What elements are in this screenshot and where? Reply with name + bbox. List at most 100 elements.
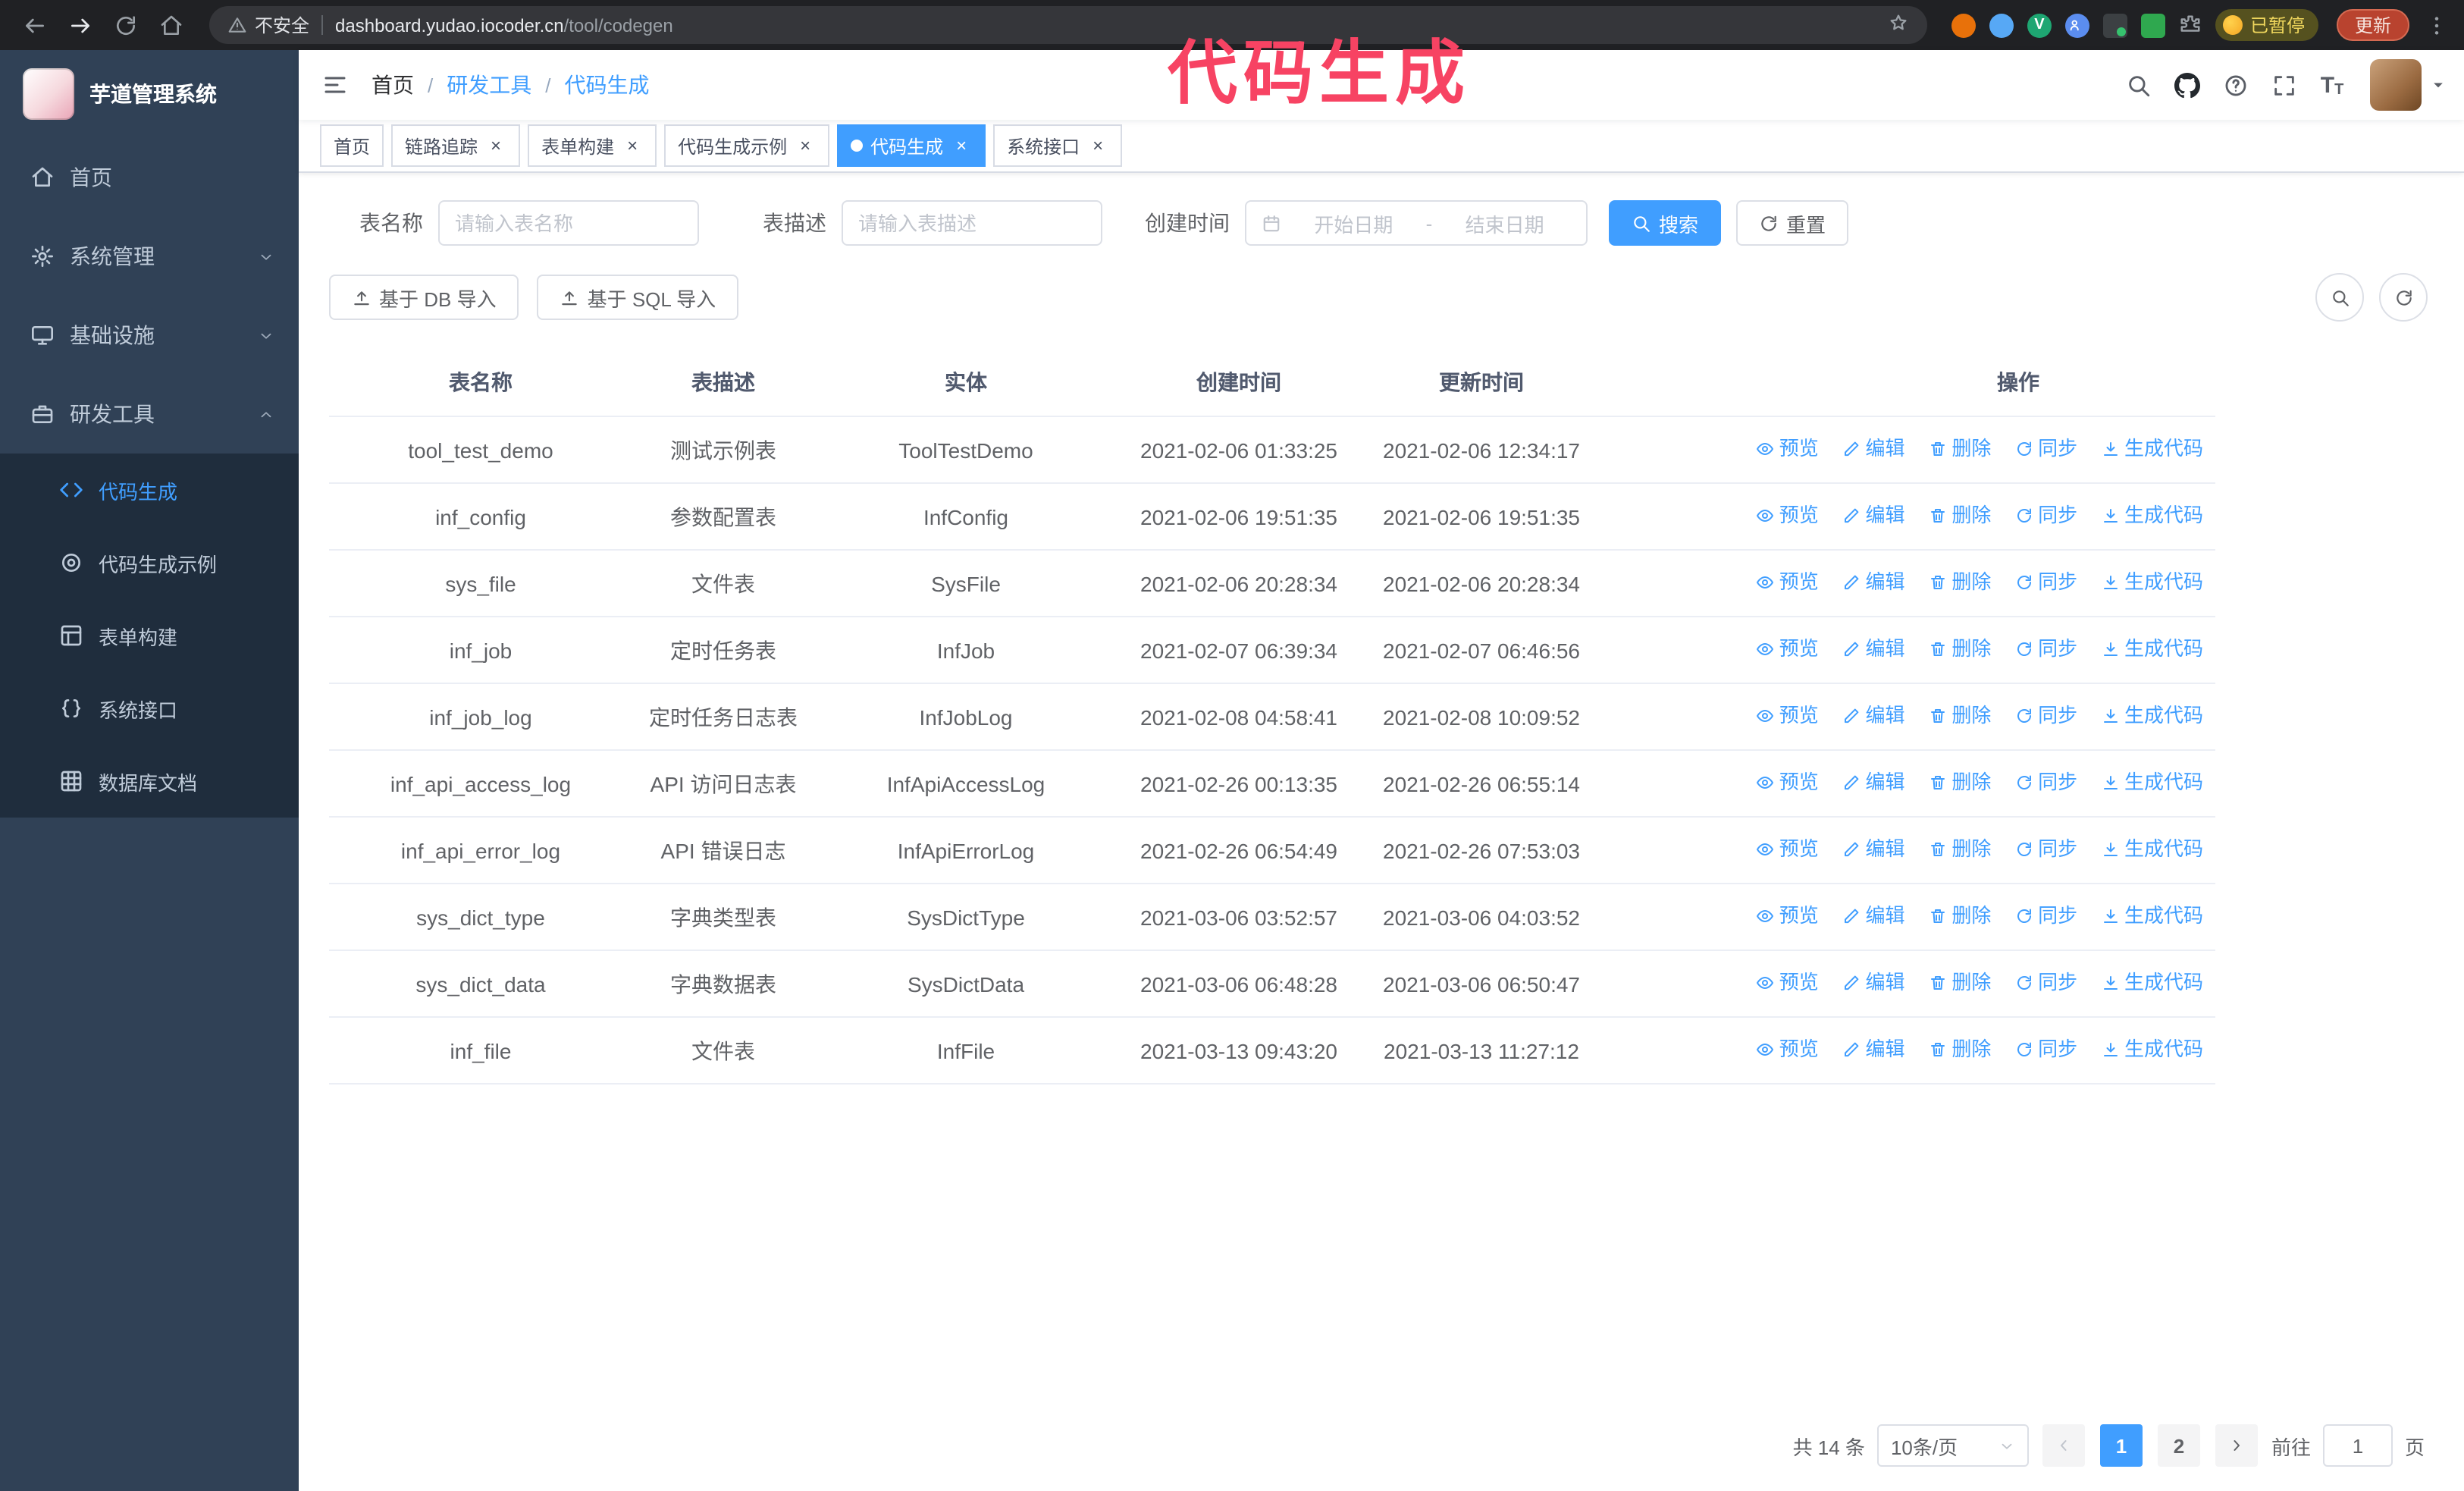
security-status[interactable]: 不安全 [227, 12, 309, 38]
preview-link[interactable]: 预览 [1757, 432, 1819, 466]
preview-link[interactable]: 预览 [1757, 499, 1819, 532]
edit-link[interactable]: 编辑 [1843, 966, 1905, 1000]
table-desc-input[interactable] [842, 200, 1102, 246]
reload-icon[interactable] [106, 5, 146, 45]
date-range-picker[interactable]: 开始日期 - 结束日期 [1245, 200, 1588, 246]
edit-link[interactable]: 编辑 [1843, 499, 1905, 532]
close-icon[interactable] [951, 135, 972, 156]
logo[interactable]: 芋道管理系统 [0, 50, 299, 138]
sync-link[interactable]: 同步 [2015, 632, 2077, 666]
sync-link[interactable]: 同步 [2015, 966, 2077, 1000]
sync-link[interactable]: 同步 [2015, 1033, 2077, 1066]
goto-page-input[interactable] [2322, 1424, 2393, 1467]
edit-link[interactable]: 编辑 [1843, 1033, 1905, 1066]
delete-link[interactable]: 删除 [1929, 566, 1991, 599]
tab-codegen-example[interactable]: 代码生成示例 [664, 124, 830, 167]
edit-link[interactable]: 编辑 [1843, 833, 1905, 866]
delete-link[interactable]: 删除 [1929, 632, 1991, 666]
github-icon[interactable] [2164, 58, 2209, 112]
delete-link[interactable]: 删除 [1929, 899, 1991, 933]
generate-code-link[interactable]: 生成代码 [2102, 833, 2203, 866]
sidebar-item-db-doc[interactable]: 数据库文档 [0, 745, 299, 818]
generate-code-link[interactable]: 生成代码 [2102, 432, 2203, 466]
reset-button[interactable]: 重置 [1736, 200, 1849, 246]
sidebar-item-system-management[interactable]: 系统管理 [0, 217, 299, 296]
sidebar-item-codegen[interactable]: 代码生成 [0, 454, 299, 526]
update-button[interactable]: 更新 [2336, 9, 2409, 41]
help-icon[interactable] [2212, 58, 2258, 112]
hamburger-icon[interactable] [299, 71, 371, 99]
generate-code-link[interactable]: 生成代码 [2102, 899, 2203, 933]
edit-link[interactable]: 编辑 [1843, 899, 1905, 933]
font-size-icon[interactable] [2309, 58, 2355, 112]
browser-home-icon[interactable] [152, 5, 191, 45]
delete-link[interactable]: 删除 [1929, 966, 1991, 1000]
preview-link[interactable]: 预览 [1757, 632, 1819, 666]
preview-link[interactable]: 预览 [1757, 1033, 1819, 1066]
tab-codegen[interactable]: 代码生成 [837, 124, 986, 167]
import-sql-button[interactable]: 基于 SQL 导入 [537, 275, 739, 320]
preview-link[interactable]: 预览 [1757, 966, 1819, 1000]
edit-link[interactable]: 编辑 [1843, 566, 1905, 599]
generate-code-link[interactable]: 生成代码 [2102, 566, 2203, 599]
paused-badge[interactable]: 已暂停 [2215, 9, 2318, 41]
close-icon[interactable] [1087, 135, 1108, 156]
generate-code-link[interactable]: 生成代码 [2102, 632, 2203, 666]
sidebar-item-dev-tools[interactable]: 研发工具 [0, 375, 299, 454]
tab-system-api[interactable]: 系统接口 [993, 124, 1123, 167]
edit-link[interactable]: 编辑 [1843, 632, 1905, 666]
refresh-button[interactable] [2379, 273, 2428, 322]
delete-link[interactable]: 删除 [1929, 766, 1991, 799]
close-icon[interactable] [485, 135, 506, 156]
extension-icon[interactable] [1989, 13, 2014, 37]
avatar[interactable] [2370, 59, 2422, 111]
extension-icon[interactable] [1951, 13, 1976, 37]
page-size-select[interactable]: 10条/页 [1876, 1424, 2029, 1467]
page-2-button[interactable]: 2 [2157, 1424, 2200, 1467]
sidebar-item-codegen-example[interactable]: 代码生成示例 [0, 526, 299, 599]
kebab-menu-icon[interactable] [2425, 13, 2449, 37]
generate-code-link[interactable]: 生成代码 [2102, 499, 2203, 532]
sync-link[interactable]: 同步 [2015, 833, 2077, 866]
tab-form-builder[interactable]: 表单构建 [528, 124, 657, 167]
sidebar-item-infrastructure[interactable]: 基础设施 [0, 296, 299, 375]
back-icon[interactable] [15, 5, 55, 45]
tab-trace[interactable]: 链路追踪 [391, 124, 521, 167]
generate-code-link[interactable]: 生成代码 [2102, 1033, 2203, 1066]
close-icon[interactable] [795, 135, 816, 156]
extension-icon[interactable] [2064, 13, 2089, 37]
search-icon[interactable] [2115, 58, 2161, 112]
delete-link[interactable]: 删除 [1929, 499, 1991, 532]
sync-link[interactable]: 同步 [2015, 766, 2077, 799]
prev-page-button[interactable] [2042, 1424, 2085, 1467]
toggle-search-button[interactable] [2315, 273, 2364, 322]
sync-link[interactable]: 同步 [2015, 699, 2077, 733]
caret-down-icon[interactable] [2431, 77, 2446, 93]
address-bar[interactable]: 不安全 dashboard.yudao.iocoder.cn/tool/code… [209, 6, 1927, 44]
preview-link[interactable]: 预览 [1757, 899, 1819, 933]
delete-link[interactable]: 删除 [1929, 432, 1991, 466]
breadcrumb-dev-tools[interactable]: 研发工具 [447, 70, 531, 100]
generate-code-link[interactable]: 生成代码 [2102, 766, 2203, 799]
generate-code-link[interactable]: 生成代码 [2102, 966, 2203, 1000]
extensions-puzzle-icon[interactable] [2179, 13, 2203, 37]
table-name-input[interactable] [438, 200, 699, 246]
sidebar-item-system-api[interactable]: 系统接口 [0, 672, 299, 745]
fullscreen-icon[interactable] [2261, 58, 2306, 112]
preview-link[interactable]: 预览 [1757, 833, 1819, 866]
sync-link[interactable]: 同步 [2015, 566, 2077, 599]
extension-icon[interactable] [2027, 13, 2052, 37]
sync-link[interactable]: 同步 [2015, 499, 2077, 532]
close-icon[interactable] [622, 135, 643, 156]
edit-link[interactable]: 编辑 [1843, 432, 1905, 466]
tab-home[interactable]: 首页 [320, 124, 384, 167]
preview-link[interactable]: 预览 [1757, 699, 1819, 733]
preview-link[interactable]: 预览 [1757, 566, 1819, 599]
import-db-button[interactable]: 基于 DB 导入 [329, 275, 519, 320]
sidebar-item-form-builder[interactable]: 表单构建 [0, 599, 299, 672]
sync-link[interactable]: 同步 [2015, 899, 2077, 933]
extension-icon[interactable] [2102, 13, 2127, 37]
delete-link[interactable]: 删除 [1929, 833, 1991, 866]
sidebar-item-home[interactable]: 首页 [0, 138, 299, 217]
delete-link[interactable]: 删除 [1929, 699, 1991, 733]
